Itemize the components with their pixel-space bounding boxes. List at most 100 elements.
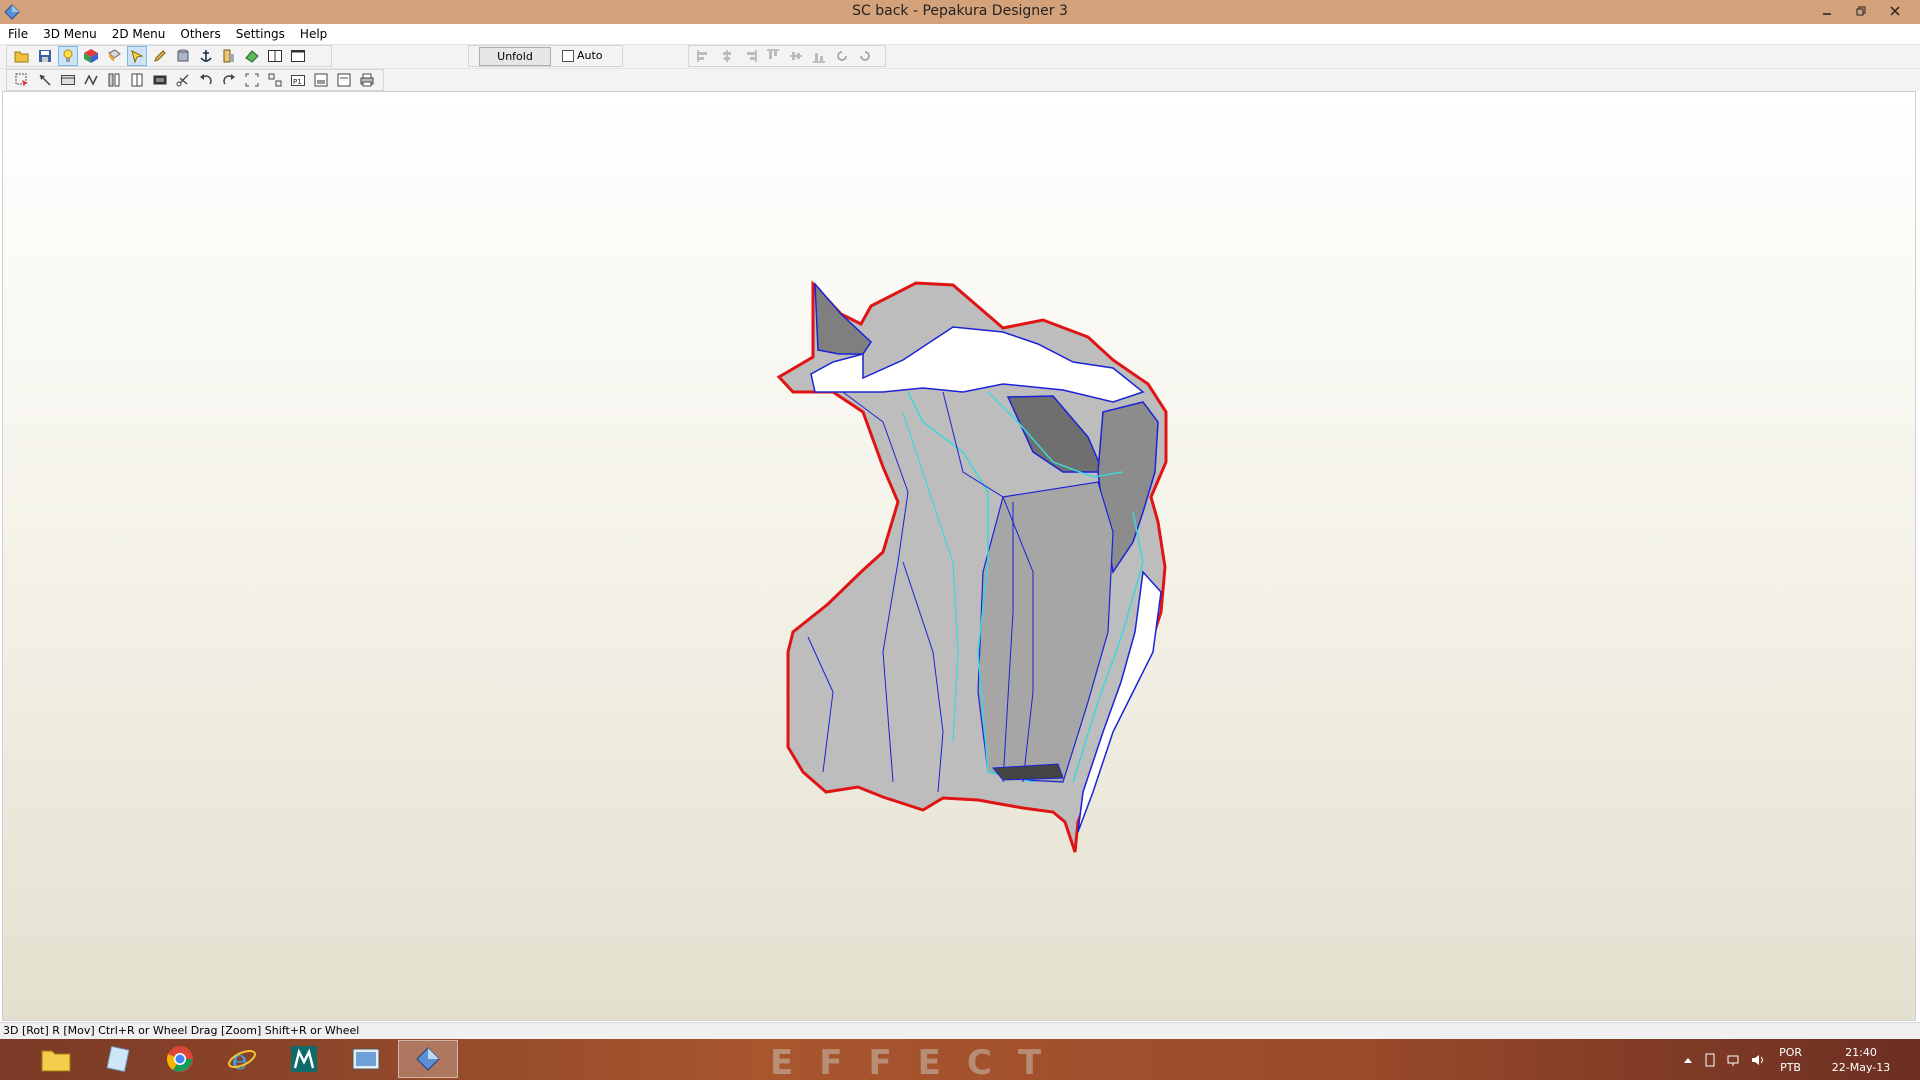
maya-icon bbox=[291, 1046, 317, 1072]
close-button[interactable] bbox=[1878, 0, 1912, 22]
align-middle-button[interactable] bbox=[786, 46, 806, 66]
page-number-button[interactable]: P1 bbox=[288, 70, 308, 90]
rotate-cw-button[interactable] bbox=[855, 46, 875, 66]
align-right-icon bbox=[747, 50, 757, 62]
anchor-icon bbox=[200, 50, 212, 62]
mesh-button[interactable] bbox=[242, 46, 262, 66]
view-dual-button[interactable] bbox=[288, 46, 308, 66]
taskbar-notepad[interactable] bbox=[88, 1040, 148, 1078]
anchor-button[interactable] bbox=[196, 46, 216, 66]
align-top-button[interactable] bbox=[763, 46, 783, 66]
taskbar-internet-explorer[interactable]: e bbox=[212, 1040, 272, 1078]
align-center-button[interactable] bbox=[717, 46, 737, 66]
open-button[interactable] bbox=[12, 46, 32, 66]
join-button[interactable] bbox=[104, 70, 124, 90]
minimize-button[interactable] bbox=[1810, 0, 1844, 22]
svg-text:e: e bbox=[232, 1046, 247, 1074]
papercraft-model[interactable] bbox=[3, 92, 1917, 1022]
language-code: POR bbox=[1779, 1045, 1802, 1059]
restore-button[interactable] bbox=[1844, 0, 1878, 22]
internet-explorer-icon: e bbox=[228, 1046, 256, 1074]
toolbar-group-2d: P1 bbox=[6, 69, 384, 91]
redo-icon bbox=[223, 74, 235, 85]
printer-icon bbox=[360, 73, 374, 87]
menu-settings[interactable]: Settings bbox=[228, 24, 292, 43]
light-toggle-button[interactable] bbox=[58, 46, 78, 66]
page-setup-button[interactable] bbox=[334, 70, 354, 90]
page-setup-icon bbox=[337, 73, 351, 87]
view-single-button[interactable] bbox=[265, 46, 285, 66]
taskbar-maya[interactable] bbox=[274, 1040, 334, 1078]
menu-3d[interactable]: 3D Menu bbox=[35, 24, 104, 43]
rotate-ccw-button[interactable] bbox=[832, 46, 852, 66]
move-2d-button[interactable] bbox=[35, 70, 55, 90]
system-tray: POR PTB 21:40 22-May-13 bbox=[1683, 1039, 1920, 1080]
toolbar-group-file bbox=[6, 45, 332, 67]
cursor-icon bbox=[131, 50, 144, 64]
menu-others[interactable]: Others bbox=[172, 24, 227, 43]
align-left-icon bbox=[697, 50, 707, 62]
show-hidden-icons-icon[interactable] bbox=[1683, 1055, 1693, 1065]
minimize-icon bbox=[1823, 13, 1831, 15]
align-right-button[interactable] bbox=[740, 46, 760, 66]
cylinder-button[interactable] bbox=[173, 46, 193, 66]
rotate-button[interactable] bbox=[127, 46, 147, 66]
device-icon[interactable] bbox=[1703, 1053, 1717, 1067]
close-icon bbox=[1890, 6, 1900, 16]
svg-text:P1: P1 bbox=[293, 78, 302, 86]
zoom-fit-button[interactable] bbox=[242, 70, 262, 90]
redo-button[interactable] bbox=[219, 70, 239, 90]
align-bottom-button[interactable] bbox=[809, 46, 829, 66]
arrow-icon bbox=[39, 74, 51, 86]
window-title: SC back - Pepakura Designer 3 bbox=[852, 3, 1068, 19]
color-cube-icon bbox=[84, 49, 98, 63]
image-icon bbox=[153, 75, 167, 85]
toolbar-main: Unfold Auto bbox=[0, 45, 1920, 69]
clock-date: 22-May-13 bbox=[1831, 1060, 1891, 1074]
arrange-button[interactable] bbox=[265, 70, 285, 90]
save-button[interactable] bbox=[35, 46, 55, 66]
unfold-button[interactable]: Unfold bbox=[479, 47, 551, 66]
undo-button[interactable] bbox=[196, 70, 216, 90]
split-button[interactable] bbox=[127, 70, 147, 90]
select-2d-button[interactable] bbox=[12, 70, 32, 90]
notepad-icon bbox=[106, 1046, 130, 1072]
menu-file[interactable]: File bbox=[0, 24, 35, 43]
status-bar: 3D [Rot] R [Mov] Ctrl+R or Wheel Drag [Z… bbox=[0, 1022, 1920, 1039]
taskbar-pepakura[interactable] bbox=[398, 1040, 458, 1078]
print-button[interactable] bbox=[357, 70, 377, 90]
taskbar-file-explorer[interactable] bbox=[26, 1040, 86, 1078]
align-left-button[interactable] bbox=[694, 46, 714, 66]
menu-help[interactable]: Help bbox=[292, 24, 334, 43]
cut-button[interactable] bbox=[173, 70, 193, 90]
texture-button[interactable] bbox=[81, 46, 101, 66]
rotate-cw-icon bbox=[860, 51, 870, 61]
menu-2d[interactable]: 2D Menu bbox=[104, 24, 173, 43]
save-icon bbox=[39, 50, 51, 62]
taskbar-photo-viewer[interactable] bbox=[336, 1040, 396, 1078]
taskbar-chrome[interactable] bbox=[150, 1040, 210, 1078]
select-icon bbox=[15, 73, 28, 87]
edit-button[interactable] bbox=[150, 46, 170, 66]
fit-icon bbox=[245, 73, 259, 87]
flap-button[interactable] bbox=[81, 70, 101, 90]
clock[interactable]: 21:40 22-May-13 bbox=[1826, 1045, 1896, 1075]
network-icon[interactable] bbox=[1727, 1053, 1741, 1067]
rotate-ccw-icon bbox=[837, 51, 847, 61]
3d-viewport[interactable] bbox=[2, 91, 1916, 1021]
select-face-button[interactable] bbox=[104, 46, 124, 66]
ruler-icon bbox=[223, 49, 234, 63]
undo-icon bbox=[200, 74, 212, 85]
volume-icon[interactable] bbox=[1751, 1053, 1765, 1067]
film-icon bbox=[61, 75, 75, 85]
scissors-icon bbox=[176, 74, 189, 87]
image-button[interactable] bbox=[150, 70, 170, 90]
cylinder-icon bbox=[177, 49, 189, 62]
input-language[interactable]: POR PTB bbox=[1779, 1045, 1802, 1075]
film-button[interactable] bbox=[58, 70, 78, 90]
status-text: 3D [Rot] R [Mov] Ctrl+R or Wheel Drag [Z… bbox=[3, 1024, 360, 1037]
layout-button[interactable] bbox=[311, 70, 331, 90]
photo-viewer-icon bbox=[352, 1048, 380, 1070]
scale-button[interactable] bbox=[219, 46, 239, 66]
auto-checkbox[interactable] bbox=[562, 50, 574, 62]
